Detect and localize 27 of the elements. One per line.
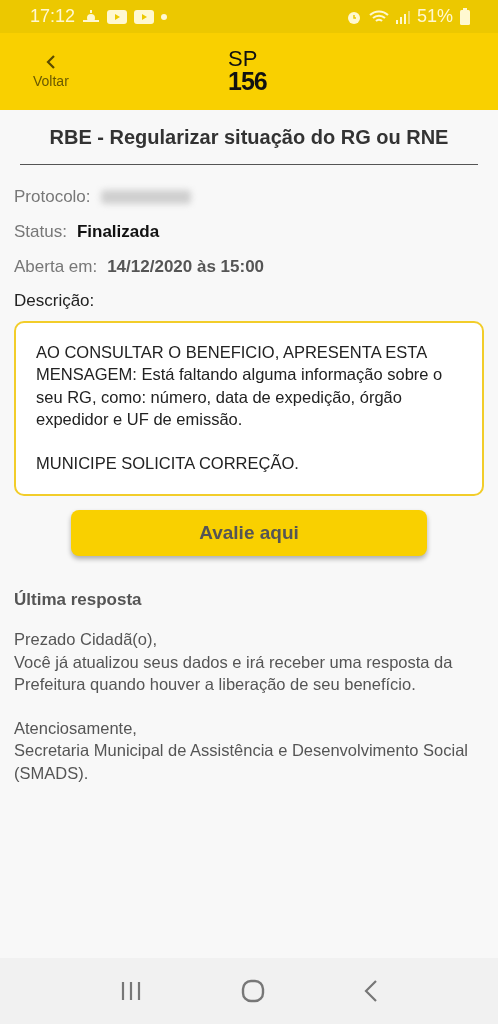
video-icon (134, 9, 155, 24)
description-text: AO CONSULTAR O BENEFICIO, APRESENTA ESTA MENSAGEM: Está faltando alguma informação sobre o seu RG, como: número, data de expedição, órgão expedidor e UF de emissão. (36, 342, 444, 430)
field-value: Finalizada (76, 222, 160, 242)
battery-percent: 51% (416, 6, 453, 27)
recent-apps-button[interactable] (119, 981, 142, 1001)
field-label: Protocolo: (14, 187, 91, 207)
dot-icon (161, 13, 168, 20)
home-button[interactable] (241, 979, 265, 1003)
field-value: 14/12/2020 às 15:00 (107, 257, 265, 277)
page-title: RBE - Regularizar situação do RG ou RNE (20, 110, 478, 165)
sunrise-icon (82, 9, 101, 24)
response-text: Prezado Cidadã(o), Você já atualizou seus dados e irá receber uma resposta da Prefeitura quando houver a liberação de seu benefício. (14, 629, 454, 695)
back-nav-button[interactable] (364, 980, 379, 1002)
chevron-left-icon (45, 54, 56, 69)
status-time: 17:12 (30, 6, 76, 27)
back-button[interactable]: Voltar (33, 54, 69, 89)
description-label: Descrição: (14, 291, 96, 311)
description-text: MUNICIPE SOLICITA CORREÇÃO. (36, 453, 300, 475)
app-logo: SP 156 (228, 49, 267, 94)
video-icon (107, 9, 128, 24)
response-text: Atenciosamente, Secretaria Municipal de Assistência e Desenvolvimento Social (SMADS). (14, 718, 469, 784)
rate-button[interactable]: Avalie aqui (71, 510, 427, 557)
signal-icon (395, 9, 410, 24)
section-heading: Última resposta (14, 590, 143, 611)
field-label: Status: (14, 222, 67, 242)
field-label: Aberta em: (14, 257, 98, 277)
battery-icon (460, 8, 470, 25)
